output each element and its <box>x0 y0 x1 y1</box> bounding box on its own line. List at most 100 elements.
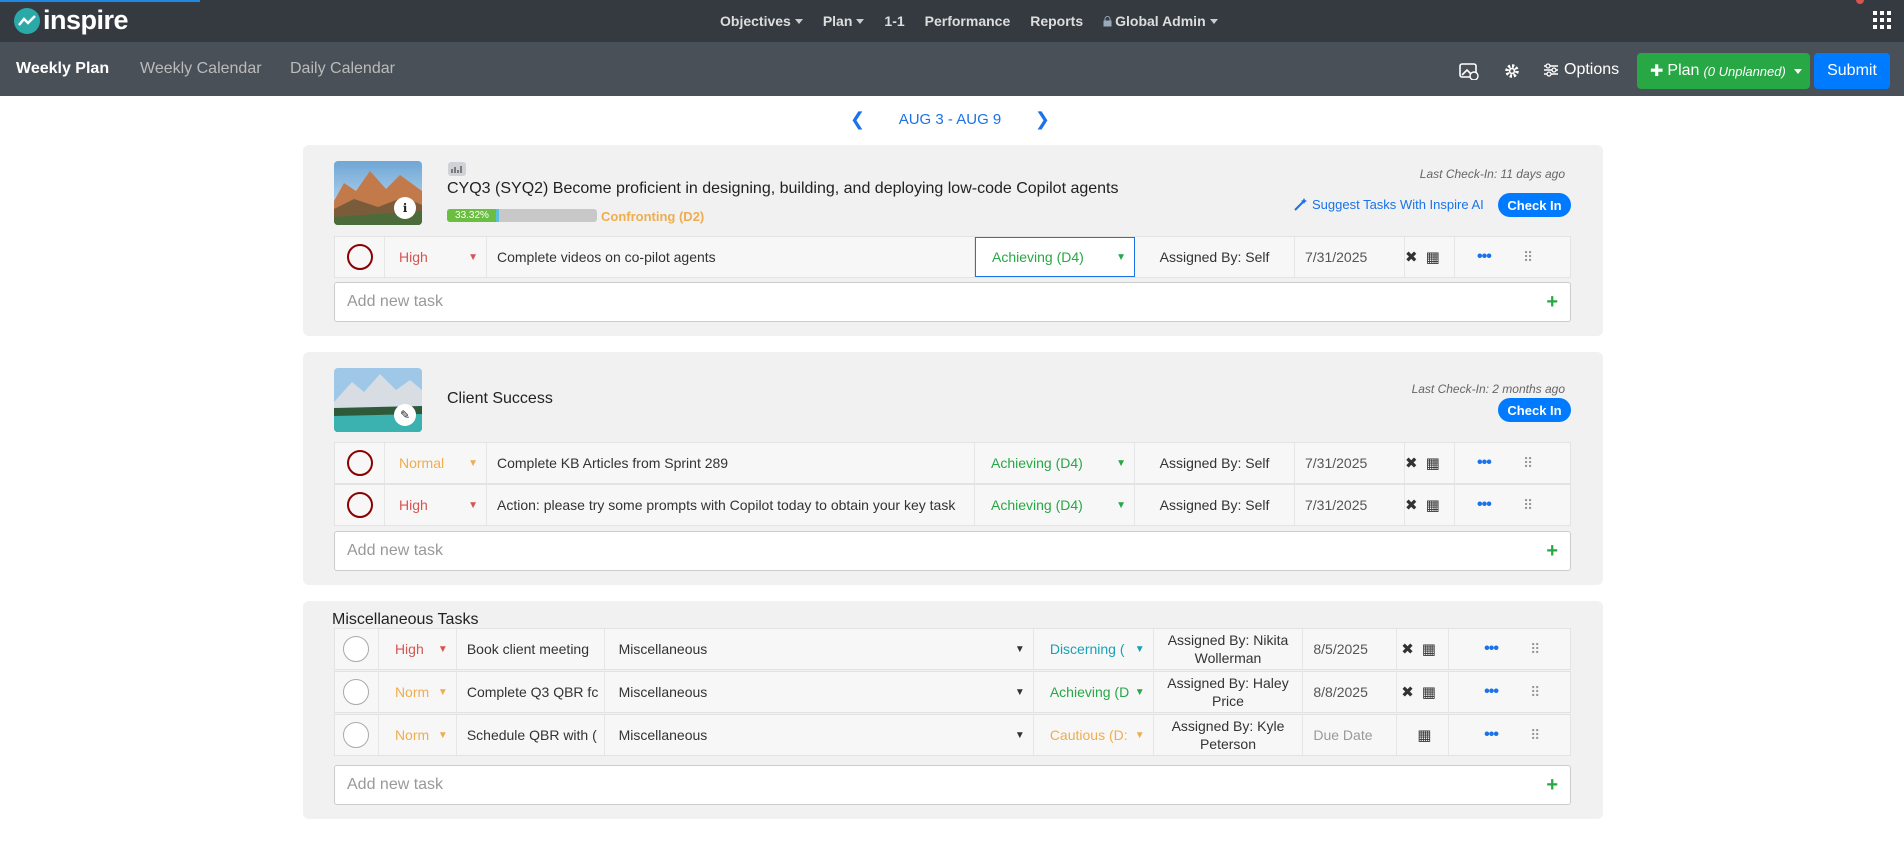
more-menu[interactable]: ••• <box>1455 237 1513 277</box>
complete-toggle[interactable] <box>335 237 385 277</box>
drag-handle[interactable]: ⠿ <box>1513 443 1563 483</box>
calendar-icon[interactable]: ▦ <box>1422 640 1436 658</box>
category-select[interactable]: Miscellaneous ▼ <box>605 672 1034 712</box>
more-menu[interactable]: ••• <box>1455 485 1513 525</box>
calendar-icon[interactable]: ▦ <box>1417 726 1431 744</box>
plus-icon[interactable]: + <box>1546 291 1558 314</box>
top-navbar: inspire Objectives Plan 1-1 Performance … <box>0 0 1904 42</box>
priority-select[interactable]: High ▼ <box>385 485 487 525</box>
close-icon[interactable]: ✖ <box>1405 454 1418 472</box>
due-date-input[interactable]: 7/31/2025 <box>1295 485 1405 525</box>
image-settings-icon[interactable] <box>1459 61 1479 81</box>
chart-icon[interactable] <box>448 162 466 176</box>
drag-handle[interactable]: ⠿ <box>1520 715 1570 755</box>
menu-global-admin[interactable]: Global Admin <box>1103 13 1218 29</box>
complete-toggle[interactable] <box>335 672 379 712</box>
more-menu[interactable]: ••• <box>1455 443 1513 483</box>
menu-objectives[interactable]: Objectives <box>720 13 803 29</box>
complete-toggle[interactable] <box>335 715 379 755</box>
priority-value: Norm <box>394 684 430 700</box>
priority-select[interactable]: Norm ▼ <box>379 715 457 755</box>
add-task-input[interactable]: Add new task + <box>334 531 1571 571</box>
calendar-icon[interactable]: ▦ <box>1426 248 1440 266</box>
week-range[interactable]: AUG 3 - AUG 9 <box>899 111 1002 128</box>
status-select[interactable]: Cautious (D: ▼ <box>1034 715 1154 755</box>
priority-value: Norm <box>394 727 430 743</box>
priority-select[interactable]: High ▼ <box>379 629 457 669</box>
drag-handle[interactable]: ⠿ <box>1513 485 1563 525</box>
category-select[interactable]: Miscellaneous ▼ <box>605 629 1034 669</box>
priority-value: Normal <box>399 455 445 471</box>
inspire-logo[interactable]: inspire <box>14 5 129 36</box>
gear-icon[interactable] <box>1502 61 1522 81</box>
assigned-by: Assigned By: Kyle Peterson <box>1154 715 1304 755</box>
objective-image[interactable]: ✎ <box>334 368 422 432</box>
due-date-input[interactable]: 8/8/2025 <box>1303 672 1398 712</box>
plan-button[interactable]: ✚ Plan (0 Unplanned) <box>1637 53 1810 89</box>
more-menu[interactable]: ••• <box>1449 672 1520 712</box>
task-name[interactable]: Schedule QBR with ( <box>457 715 605 755</box>
task-name[interactable]: Complete Q3 QBR fc <box>457 672 605 712</box>
tab-weekly-calendar[interactable]: Weekly Calendar <box>140 42 262 96</box>
priority-select[interactable]: Normal ▼ <box>385 443 487 483</box>
complete-toggle[interactable] <box>335 485 385 525</box>
calendar-icon[interactable]: ▦ <box>1426 454 1440 472</box>
close-icon[interactable]: ✖ <box>1405 248 1418 266</box>
info-icon[interactable]: ℹ <box>394 197 416 219</box>
task-name[interactable]: Complete KB Articles from Sprint 289 <box>487 443 975 483</box>
chevron-left-icon[interactable]: ❮ <box>850 109 865 130</box>
calendar-icon[interactable]: ▦ <box>1422 683 1436 701</box>
close-icon[interactable]: ✖ <box>1401 683 1414 701</box>
due-date-input[interactable]: 8/5/2025 <box>1303 629 1398 669</box>
more-menu[interactable]: ••• <box>1449 715 1520 755</box>
chevron-right-icon[interactable]: ❯ <box>1035 109 1050 130</box>
menu-label: Plan <box>822 13 853 29</box>
due-date-input[interactable]: 7/31/2025 <box>1295 443 1405 483</box>
drag-handle[interactable]: ⠿ <box>1513 237 1563 277</box>
apps-grid-icon[interactable] <box>1873 11 1891 29</box>
drag-handle[interactable]: ⠿ <box>1520 672 1570 712</box>
objective-image[interactable]: ℹ <box>334 161 422 225</box>
status-select[interactable]: Achieving (D4) ▼ <box>975 485 1135 525</box>
due-date-input[interactable]: Due Date <box>1303 715 1398 755</box>
submit-button[interactable]: Submit <box>1814 53 1890 89</box>
options-button[interactable]: Options <box>1543 57 1619 83</box>
plus-icon[interactable]: + <box>1546 540 1558 563</box>
calendar-icon[interactable]: ▦ <box>1426 496 1440 514</box>
due-date-input[interactable]: 7/31/2025 <box>1295 237 1405 277</box>
status-select[interactable]: Achieving (D ▼ <box>1034 672 1154 712</box>
plus-icon[interactable]: + <box>1546 774 1558 797</box>
complete-toggle[interactable] <box>335 443 385 483</box>
priority-select[interactable]: Norm ▼ <box>379 672 457 712</box>
drag-handle[interactable]: ⠿ <box>1520 629 1570 669</box>
complete-toggle[interactable] <box>335 629 379 669</box>
check-in-button[interactable]: Check In <box>1498 193 1571 217</box>
tab-weekly-plan[interactable]: Weekly Plan <box>16 42 109 96</box>
category-select[interactable]: Miscellaneous ▼ <box>605 715 1034 755</box>
menu-reports[interactable]: Reports <box>1030 13 1083 29</box>
suggest-tasks-link[interactable]: Suggest Tasks With Inspire AI <box>1293 197 1484 212</box>
menu-performance[interactable]: Performance <box>925 13 1011 29</box>
priority-select[interactable]: High ▼ <box>385 237 487 277</box>
chevron-down-icon: ▼ <box>1014 643 1025 655</box>
status-select[interactable]: Achieving (D4) ▼ <box>975 237 1135 277</box>
tab-daily-calendar[interactable]: Daily Calendar <box>290 42 395 96</box>
more-menu[interactable]: ••• <box>1449 629 1520 669</box>
check-in-button[interactable]: Check In <box>1498 398 1571 422</box>
objective-title[interactable]: Client Success <box>447 390 553 408</box>
status-select[interactable]: Achieving (D4) ▼ <box>975 443 1135 483</box>
task-name[interactable]: Book client meeting <box>457 629 605 669</box>
add-task-input[interactable]: Add new task + <box>334 765 1571 805</box>
objective-title[interactable]: CYQ3 (SYQ2) Become proficient in designi… <box>447 180 1119 198</box>
menu-1-1[interactable]: 1-1 <box>884 13 904 29</box>
status-select[interactable]: Discerning (▼ <box>1034 629 1154 669</box>
task-name[interactable]: Action: please try some prompts with Cop… <box>487 485 975 525</box>
task-name[interactable]: Complete videos on co-pilot agents <box>487 237 975 277</box>
close-icon[interactable]: ✖ <box>1405 496 1418 514</box>
menu-plan[interactable]: Plan <box>823 13 865 29</box>
task-row: Normal ▼ Complete KB Articles from Sprint… <box>334 442 1571 484</box>
circle-icon <box>343 722 369 748</box>
add-task-input[interactable]: Add new task + <box>334 282 1571 322</box>
close-icon[interactable]: ✖ <box>1401 640 1414 658</box>
pencil-icon[interactable]: ✎ <box>394 404 416 426</box>
